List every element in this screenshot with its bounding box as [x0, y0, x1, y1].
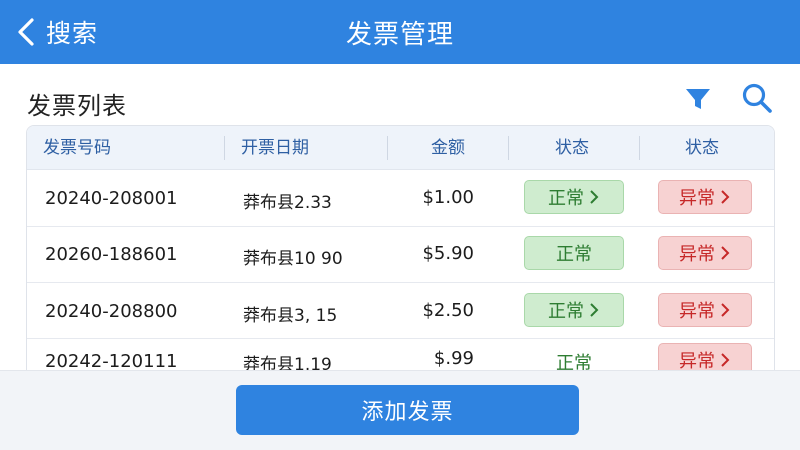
chevron-right-icon — [721, 303, 730, 317]
column-header-status-2: 状态 — [685, 138, 719, 158]
column-divider — [639, 136, 640, 160]
invoice-number: 20240-208001 — [45, 188, 178, 209]
status-abnormal-button[interactable]: 异常 — [658, 293, 752, 327]
top-nav-bar: 搜索 发票管理 — [0, 0, 800, 64]
invoice-amount: $5.90 — [422, 243, 474, 264]
status-normal-button[interactable]: 正常 — [524, 345, 624, 370]
column-header-issue-date: 开票日期 — [241, 138, 309, 158]
add-invoice-button[interactable]: 添加发票 — [236, 385, 579, 435]
invoice-amount: $2.50 — [422, 300, 474, 321]
column-header-status: 状态 — [555, 138, 589, 158]
page-title: 发票管理 — [345, 20, 454, 50]
column-header-amount: 金额 — [431, 138, 465, 158]
section-title: 发票列表 — [27, 92, 127, 120]
column-header-invoice-number: 发票号码 — [43, 138, 111, 158]
status-abnormal-label: 异常 — [679, 188, 715, 209]
status-abnormal-button[interactable]: 异常 — [658, 180, 752, 214]
invoice-number: 20242-120111 — [45, 351, 178, 370]
status-normal-button[interactable]: 正常 — [524, 236, 624, 270]
issue-date: 莽布县10 90 — [243, 249, 343, 269]
table-row[interactable]: 20260-188601 莽布县10 90 $5.90 正常 异常 — [27, 227, 774, 283]
status-normal-label: 正常 — [548, 301, 584, 322]
search-icon[interactable] — [740, 81, 774, 115]
table-row[interactable]: 20240-208001 莽布县2.33 $1.00 正常 异常 — [27, 171, 774, 227]
chevron-right-icon — [721, 353, 730, 367]
status-abnormal-label: 异常 — [679, 301, 715, 322]
invoice-list-panel: 发票列表 发票号码 开票日期 金额 状态 状态 20240-208001 莽布县… — [0, 64, 800, 370]
chevron-right-icon — [590, 303, 599, 317]
invoice-amount: $1.00 — [422, 187, 474, 208]
invoice-amount: $.99 — [433, 348, 474, 369]
bottom-action-bar: 添加发票 — [0, 370, 800, 450]
table-row[interactable]: 20242-120111 莽布县1.19 $.99 正常 异常 — [27, 339, 774, 370]
filter-icon[interactable] — [683, 84, 713, 114]
status-normal-label: 正常 — [548, 188, 584, 209]
chevron-right-icon — [721, 190, 730, 204]
issue-date: 莽布县3, 15 — [243, 306, 338, 326]
status-abnormal-label: 异常 — [679, 351, 715, 370]
issue-date: 莽布县2.33 — [243, 193, 332, 213]
chevron-right-icon — [721, 246, 730, 260]
invoice-table: 发票号码 开票日期 金额 状态 状态 20240-208001 莽布县2.33 … — [26, 125, 775, 370]
status-normal-label: 正常 — [556, 244, 592, 265]
status-normal-label: 正常 — [556, 353, 592, 370]
invoice-number: 20240-208800 — [45, 301, 178, 322]
status-abnormal-button[interactable]: 异常 — [658, 343, 752, 370]
issue-date: 莽布县1.19 — [243, 355, 332, 370]
invoice-number: 20260-188601 — [45, 244, 178, 265]
status-abnormal-label: 异常 — [679, 244, 715, 265]
table-header: 发票号码 开票日期 金额 状态 状态 — [27, 126, 774, 170]
status-normal-button[interactable]: 正常 — [524, 180, 624, 214]
column-divider — [387, 136, 388, 160]
table-row[interactable]: 20240-208800 莽布县3, 15 $2.50 正常 异常 — [27, 283, 774, 339]
column-divider — [224, 136, 225, 160]
status-abnormal-button[interactable]: 异常 — [658, 236, 752, 270]
status-normal-button[interactable]: 正常 — [524, 293, 624, 327]
column-divider — [508, 136, 509, 160]
chevron-right-icon — [590, 190, 599, 204]
